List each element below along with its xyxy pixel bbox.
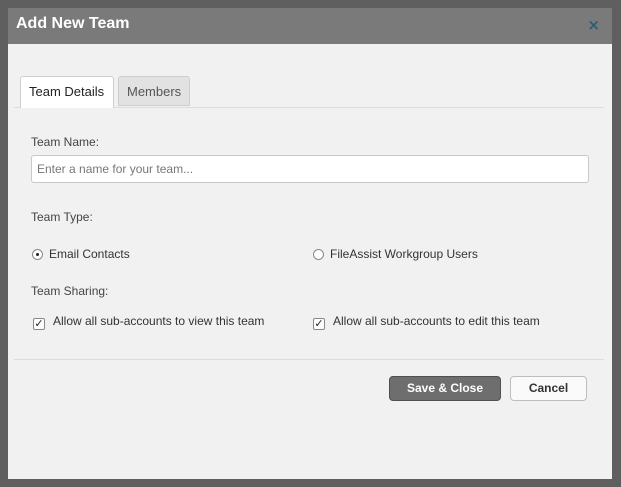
- dialog-title: Add New Team: [16, 15, 130, 32]
- checkbox-view-team-label: Allow all sub-accounts to view this team: [53, 314, 265, 328]
- checkbox-edit-team-label: Allow all sub-accounts to edit this team: [333, 314, 540, 328]
- dialog-titlebar: Add New Team ×: [8, 8, 612, 44]
- radio-unselected-icon[interactable]: [313, 249, 324, 260]
- add-team-dialog: Add New Team × Team Details Members Team…: [8, 8, 612, 479]
- team-sharing-label: Team Sharing:: [31, 284, 109, 298]
- tab-members[interactable]: Members: [118, 76, 190, 106]
- team-name-label: Team Name:: [31, 135, 100, 149]
- radio-fileassist-users-label: FileAssist Workgroup Users: [330, 247, 478, 261]
- checkbox-view-team[interactable]: ✓ Allow all sub-accounts to view this tea…: [33, 314, 264, 330]
- tab-team-details[interactable]: Team Details: [20, 76, 114, 108]
- team-type-label: Team Type:: [31, 210, 93, 224]
- checkbox-checked-icon[interactable]: ✓: [33, 318, 45, 330]
- radio-fileassist-users[interactable]: FileAssist Workgroup Users: [313, 247, 478, 261]
- checkbox-checked-icon[interactable]: ✓: [313, 318, 325, 330]
- footer-divider: [14, 359, 604, 360]
- checkbox-edit-team[interactable]: ✓ Allow all sub-accounts to edit this tea…: [313, 314, 540, 330]
- close-icon[interactable]: ×: [587, 16, 600, 34]
- cancel-button[interactable]: Cancel: [510, 376, 587, 401]
- radio-email-contacts[interactable]: Email Contacts: [32, 247, 130, 261]
- radio-email-contacts-label: Email Contacts: [49, 247, 130, 261]
- radio-selected-icon[interactable]: [32, 249, 43, 260]
- save-close-button[interactable]: Save & Close: [389, 376, 501, 401]
- team-name-input[interactable]: [31, 155, 589, 183]
